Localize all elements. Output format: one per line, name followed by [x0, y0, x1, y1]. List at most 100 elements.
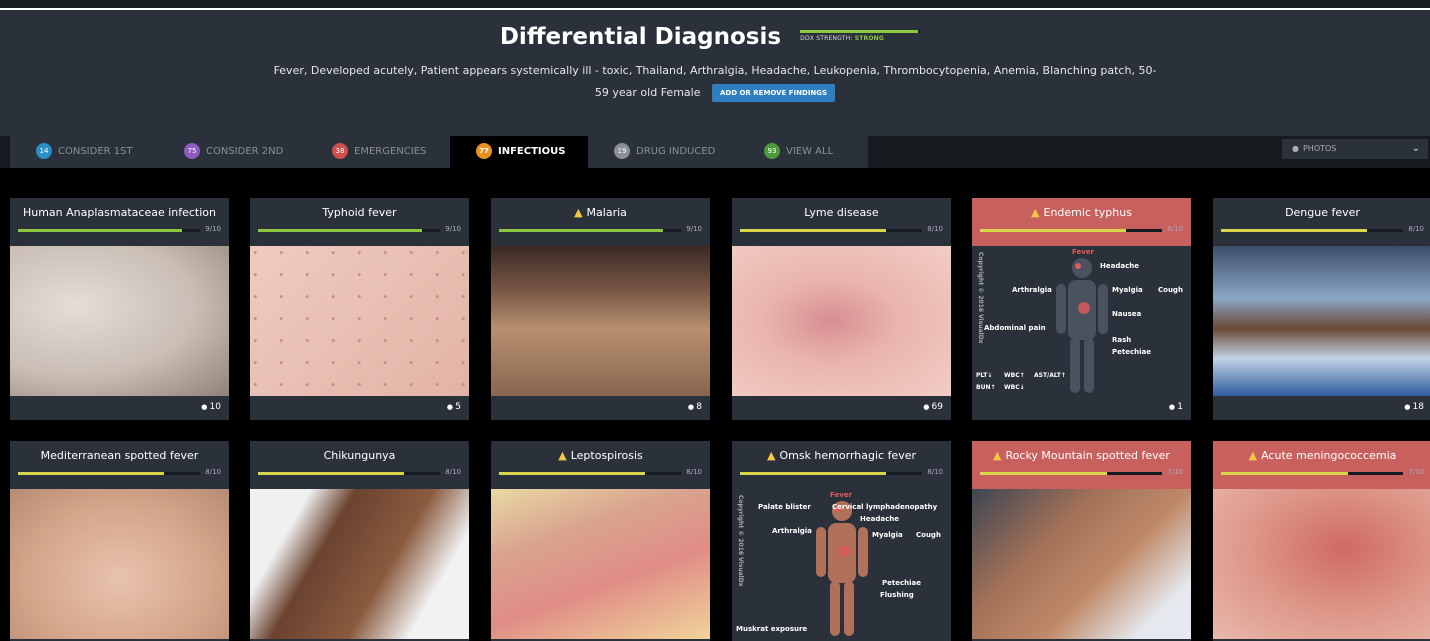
card-title[interactable]: ▲ Acute meningococcemia	[1213, 449, 1430, 462]
diagnosis-card-acute-meningococcemia[interactable]: ▲ Acute meningococcemia 7/10	[1213, 441, 1430, 641]
diagnosis-card-typhoid-fever[interactable]: Typhoid fever 9/10 ● 5	[250, 198, 469, 420]
camera-icon: ●	[1168, 403, 1178, 411]
symptom-body-diagram[interactable]: Fever Palate blister Cervical lymphadenopa…	[732, 489, 951, 639]
tab-count-badge: 75	[184, 143, 200, 159]
findings-text-line1: Fever, Developed acutely, Patient appear…	[273, 64, 1157, 77]
photo-count[interactable]: ● 69	[923, 402, 943, 412]
diagnosis-card-dengue-fever[interactable]: Dengue fever 8/10 ● 18	[1213, 198, 1430, 420]
card-title[interactable]: ▲ Rocky Mountain spotted fever	[972, 449, 1191, 462]
view-mode-select[interactable]: ● PHOTOS ⌄	[1282, 139, 1428, 159]
findings-summary: Fever, Developed acutely, Patient appear…	[210, 60, 1220, 104]
card-header: ▲ Endemic typhus 8/10	[972, 198, 1191, 246]
clinical-photo[interactable]	[732, 246, 951, 396]
diagram-symptom-label: Headache	[860, 515, 899, 523]
card-title-text: Endemic typhus	[1043, 206, 1132, 219]
photo-count[interactable]: ● 8	[688, 402, 702, 412]
match-strength-bar	[980, 472, 1162, 475]
match-score: 8/10	[927, 225, 943, 233]
photo-count[interactable]: ● 1	[1169, 402, 1183, 412]
photo-count[interactable]: ● 5	[447, 402, 461, 412]
card-title[interactable]: ▲ Leptospirosis	[491, 449, 710, 462]
match-strength-fill	[499, 229, 663, 232]
tab-count-badge: 14	[36, 143, 52, 159]
clinical-photo[interactable]	[10, 246, 229, 396]
card-title[interactable]: Lyme disease	[732, 206, 951, 219]
tab-emergencies[interactable]: 38 EMERGENCIES	[306, 136, 450, 168]
match-strength-bar	[18, 472, 200, 475]
match-strength-fill	[499, 472, 645, 475]
diagnosis-card-lyme-disease[interactable]: Lyme disease 8/10 ● 69	[732, 198, 951, 420]
photo-count[interactable]: ● 18	[1404, 402, 1424, 412]
diagram-exposure-label: Muskrat exposure	[736, 625, 808, 633]
photo-count-value: 10	[209, 402, 221, 412]
card-title-text: Rocky Mountain spotted fever	[1005, 449, 1170, 462]
card-title[interactable]: ▲ Omsk hemorrhagic fever	[732, 449, 951, 462]
diagram-symptom-label: Fever	[830, 491, 853, 499]
tab-drug-induced[interactable]: 19 DRUG INDUCED	[588, 136, 738, 168]
diagnosis-card-rocky-mountain-spotted-fever[interactable]: ▲ Rocky Mountain spotted fever 7/10	[972, 441, 1191, 641]
clinical-photo[interactable]	[10, 489, 229, 639]
tab-view-all[interactable]: 93 VIEW ALL	[738, 136, 868, 168]
card-title[interactable]: ▲ Malaria	[491, 206, 710, 219]
card-title-text: Lyme disease	[804, 206, 879, 219]
tab-label: CONSIDER 1ST	[58, 146, 133, 157]
match-score: 7/10	[1167, 468, 1183, 476]
tab-consider-1st[interactable]: 14 CONSIDER 1ST	[10, 136, 158, 168]
card-footer: ● 69	[732, 396, 951, 420]
tab-consider-2nd[interactable]: 75 CONSIDER 2ND	[158, 136, 306, 168]
title-row: Differential Diagnosis DDX STRENGTH: STR…	[0, 24, 1430, 50]
diagram-copyright: Copyright © 2016 VisualDx	[977, 252, 984, 344]
camera-icon: ●	[201, 403, 210, 411]
chevron-down-icon: ⌄	[1411, 143, 1420, 154]
diagnosis-card-chikungunya[interactable]: Chikungunya 8/10	[250, 441, 469, 641]
clinical-photo[interactable]	[250, 489, 469, 639]
clinical-photo[interactable]	[250, 246, 469, 396]
card-title[interactable]: Chikungunya	[250, 449, 469, 462]
diagram-symptom-label: Flushing	[880, 591, 914, 599]
diagram-symptom-label: Arthralgia	[772, 527, 812, 535]
tab-infectious[interactable]: 77 INFECTIOUS	[450, 136, 588, 168]
clinical-photo[interactable]	[491, 489, 710, 639]
diagnosis-card-mediterranean-spotted-fever[interactable]: Mediterranean spotted fever 8/10	[10, 441, 229, 641]
diagram-symptom-label: Abdominal pain	[984, 324, 1046, 332]
clinical-photo[interactable]	[1213, 246, 1430, 396]
diagnosis-card-omsk-hemorrhagic-fever[interactable]: ▲ Omsk hemorrhagic fever 8/10 Fever Palate b…	[732, 441, 951, 641]
match-strength-fill	[258, 229, 422, 232]
ddx-strength-meter: DDX STRENGTH: STRONG	[800, 28, 930, 46]
camera-icon: ●	[923, 403, 932, 411]
warning-icon: ▲	[1248, 449, 1258, 462]
match-strength-fill	[18, 472, 164, 475]
card-header: ▲ Acute meningococcemia 7/10	[1213, 441, 1430, 489]
card-title-text: Typhoid fever	[322, 206, 397, 219]
warning-icon: ▲	[993, 449, 1002, 462]
card-title[interactable]: Typhoid fever	[250, 206, 469, 219]
clinical-photo[interactable]	[491, 246, 710, 396]
diagram-copyright: Copyright © 2016 VisualDx	[737, 495, 744, 587]
card-title[interactable]: Dengue fever	[1213, 206, 1430, 219]
diagnosis-card-human-anaplasmataceae-infection[interactable]: Human Anaplasmataceae infection 9/10 ● 10	[10, 198, 229, 420]
diagram-symptom-label: Cervical lymphadenopathy	[832, 503, 938, 511]
photo-count[interactable]: ● 10	[201, 402, 221, 412]
tab-label: VIEW ALL	[786, 146, 834, 157]
card-title[interactable]: Mediterranean spotted fever	[10, 449, 229, 462]
card-header: Chikungunya 8/10	[250, 441, 469, 489]
clinical-photo[interactable]	[972, 489, 1191, 639]
diagnosis-card-endemic-typhus[interactable]: ▲ Endemic typhus 8/10 Fever Headache Arthralg…	[972, 198, 1191, 420]
card-title[interactable]: Human Anaplasmataceae infection	[10, 206, 229, 219]
view-mode-value: PHOTOS	[1302, 144, 1337, 153]
photo-count-value: 18	[1412, 402, 1424, 412]
add-remove-findings-button[interactable]: ADD OR REMOVE FINDINGS	[711, 84, 836, 102]
diagram-symptom-label: Headache	[1100, 262, 1139, 270]
clinical-photo[interactable]	[1213, 489, 1430, 639]
match-score: 9/10	[205, 225, 221, 233]
symptom-body-diagram[interactable]: Fever Headache Arthralgia Myalgia Cough Nause…	[972, 246, 1191, 396]
diagram-lab-finding: WBC↑	[1004, 372, 1025, 379]
card-title-text: Leptospirosis	[570, 449, 643, 462]
match-strength-bar	[1221, 229, 1403, 232]
card-title-text: Mediterranean spotted fever	[40, 449, 199, 462]
diagnosis-card-leptospirosis[interactable]: ▲ Leptospirosis 8/10	[491, 441, 710, 641]
card-footer: ● 5	[250, 396, 469, 420]
diagnosis-card-malaria[interactable]: ▲ Malaria 9/10 ● 8	[491, 198, 710, 420]
card-title[interactable]: ▲ Endemic typhus	[972, 206, 1191, 219]
card-header: Typhoid fever 9/10	[250, 198, 469, 246]
